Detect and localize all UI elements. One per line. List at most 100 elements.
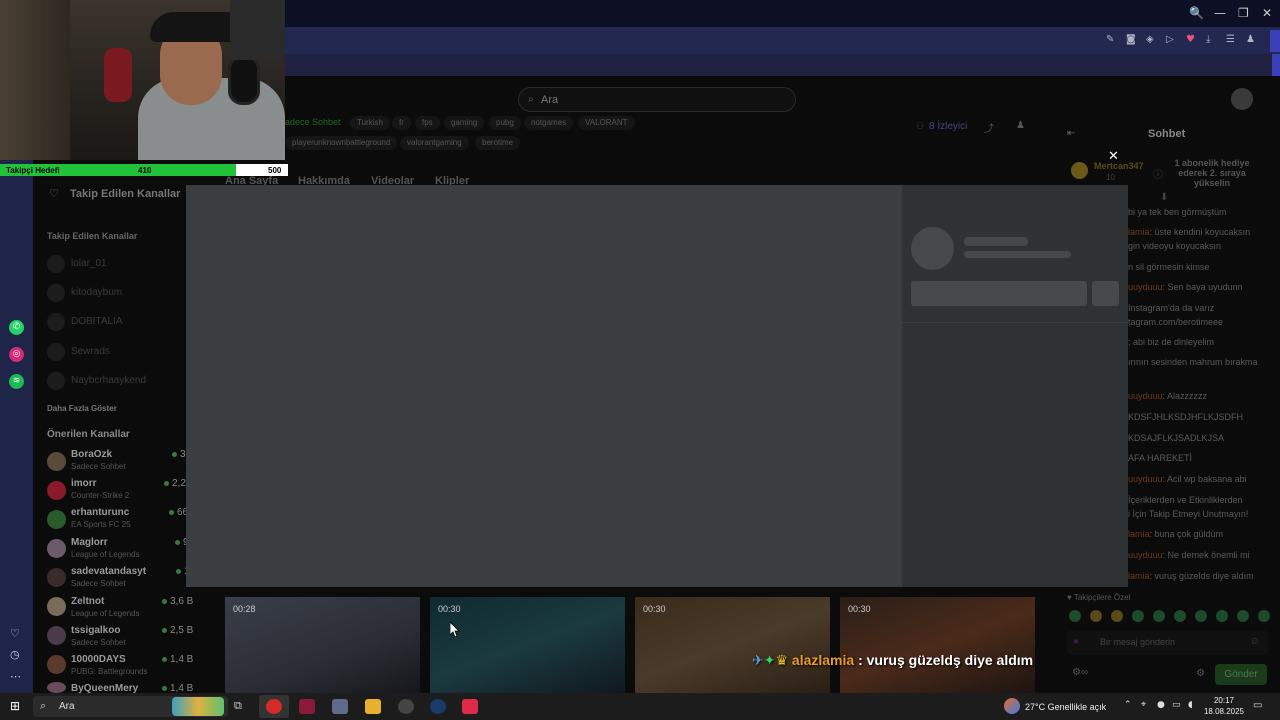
more-icon[interactable]: ⋯: [10, 670, 21, 683]
followed-channel[interactable]: kitodaybum: [71, 287, 122, 298]
clip-thumbnail[interactable]: 00:28: [225, 597, 420, 693]
send-button[interactable]: Gönder: [1215, 664, 1267, 685]
clip-thumbnail[interactable]: 00:30: [430, 597, 625, 693]
edit-icon[interactable]: ✎: [1106, 34, 1114, 45]
points-icon[interactable]: ⚙∞: [1072, 667, 1088, 678]
search-input[interactable]: ⌕ Ara: [518, 87, 796, 112]
chevron-up-icon[interactable]: ⌃: [1124, 700, 1132, 710]
emote-icon[interactable]: [1237, 610, 1249, 622]
chat-message: n sil görmesin kimse: [1128, 262, 1210, 272]
spotify-icon[interactable]: ≋: [9, 374, 24, 389]
download-icon[interactable]: ⤓: [1206, 34, 1210, 45]
instagram-icon[interactable]: ◎: [9, 347, 24, 362]
heart-icon[interactable]: ♥: [1186, 34, 1195, 45]
emote-icon[interactable]: [1258, 610, 1270, 622]
weather-text[interactable]: 27°C Genellikle açık: [1025, 702, 1106, 712]
tag[interactable]: playerunknownbattleground: [285, 136, 398, 150]
show-more-link[interactable]: Daha Fazla Göster: [47, 404, 117, 413]
collapse-icon[interactable]: ⇤: [1067, 128, 1075, 139]
recommended-channel[interactable]: BoraOzk: [71, 449, 112, 460]
library-icon[interactable]: [332, 699, 348, 714]
clock-icon[interactable]: ◷: [10, 648, 20, 661]
file-explorer-icon[interactable]: [365, 699, 381, 714]
recommended-channel[interactable]: erhanturunc: [71, 507, 129, 518]
volume-icon[interactable]: ◖: [1188, 700, 1193, 710]
weather-icon[interactable]: [1004, 698, 1020, 714]
network-icon[interactable]: ▭: [1172, 700, 1181, 710]
chat-input-placeholder: Bir mesaj gönderin: [1100, 637, 1176, 647]
info-icon[interactable]: ⓘ: [1153, 166, 1163, 181]
emote-icon[interactable]: [1132, 610, 1144, 622]
followed-channel[interactable]: lolar_01: [71, 258, 107, 269]
shield-icon[interactable]: ◈: [1146, 34, 1154, 45]
browser-search-icon[interactable]: 🔍: [1189, 6, 1204, 20]
location-icon[interactable]: ⌖: [1141, 700, 1146, 710]
tag[interactable]: fr: [392, 116, 411, 130]
settings-icon[interactable]: ⚙: [1196, 668, 1205, 679]
heart-outline-icon[interactable]: ♡: [10, 627, 20, 640]
windows-start-icon[interactable]: ⊞: [10, 699, 20, 713]
sidebar-header[interactable]: Takip Edilen Kanallar: [70, 188, 180, 200]
mic-icon[interactable]: ●: [1073, 636, 1079, 647]
whatsapp-icon[interactable]: ✆: [9, 320, 24, 335]
sidebar-toggle[interactable]: [1270, 30, 1280, 52]
clip-thumbnail[interactable]: 00:30: [635, 597, 830, 693]
followed-channel[interactable]: Naybcrhaaykend: [71, 375, 146, 386]
camera-icon[interactable]: ◙: [1126, 34, 1136, 45]
pin-icon[interactable]: ⬇: [1160, 192, 1168, 203]
share-icon[interactable]: ⤴: [984, 120, 994, 135]
emote-icon[interactable]: [1216, 610, 1228, 622]
emote-icon[interactable]: [1111, 610, 1123, 622]
opera-gx-icon[interactable]: [266, 699, 282, 714]
task-view-icon[interactable]: ⧉: [234, 699, 242, 713]
user-avatar[interactable]: [1231, 88, 1253, 110]
notification-icon[interactable]: ▭: [1253, 700, 1262, 711]
valorant-icon[interactable]: [299, 699, 315, 714]
emote-icon[interactable]: [1069, 610, 1081, 622]
tag[interactable]: berotime: [475, 136, 521, 150]
stream-category[interactable]: adece Sohbet: [285, 117, 341, 127]
maximize-button[interactable]: ❐: [1238, 6, 1249, 20]
menu-icon[interactable]: ☰: [1226, 34, 1235, 45]
emote-icon[interactable]: [1174, 610, 1186, 622]
close-window-button[interactable]: ✕: [1262, 6, 1272, 20]
clock-time[interactable]: 20:17: [1204, 696, 1244, 705]
clip-thumbnail[interactable]: 00:30: [840, 597, 1035, 693]
microphone-icon[interactable]: ●: [1157, 700, 1165, 710]
profile-icon[interactable]: ♟: [1246, 34, 1255, 45]
chat-message: gin videoyu koyucaksın: [1128, 241, 1222, 251]
riot-client-icon[interactable]: [462, 699, 478, 714]
tag[interactable]: Turkish: [350, 116, 390, 130]
taskbar-search-placeholder: Ara: [59, 701, 75, 712]
emote-icon[interactable]: [1153, 610, 1165, 622]
tag[interactable]: valorantgaming: [400, 136, 469, 150]
recommended-channel[interactable]: 10000DAYS: [71, 654, 126, 665]
chat-message: bi ya tek ben görmüştüm: [1128, 207, 1227, 217]
emoji-icon[interactable]: ☺: [1250, 636, 1260, 647]
followed-channel[interactable]: Sewrads: [71, 346, 110, 357]
user-icon[interactable]: ♟: [1016, 120, 1025, 131]
recommended-channel[interactable]: sadevatandasyt: [71, 566, 146, 577]
tag[interactable]: notgames: [524, 116, 574, 130]
clock-date[interactable]: 18.08.2025: [1202, 707, 1246, 716]
recommended-channel[interactable]: Zeltnot: [71, 596, 104, 607]
close-modal-icon[interactable]: ✕: [1108, 149, 1119, 164]
tag[interactable]: fps: [415, 116, 440, 130]
search-icon: ⌕: [40, 699, 47, 712]
play-icon[interactable]: ▷: [1166, 34, 1174, 45]
taskbar-search[interactable]: ⌕ Ara: [33, 696, 228, 717]
chat-input[interactable]: ● Bir mesaj gönderin ☺: [1067, 630, 1268, 655]
tag[interactable]: gaming: [444, 116, 485, 130]
recommended-channel[interactable]: Maglorr: [71, 537, 108, 548]
steam-icon[interactable]: [430, 699, 446, 714]
emote-icon[interactable]: [1195, 610, 1207, 622]
media-app-icon[interactable]: [398, 699, 414, 714]
recommended-channel[interactable]: tssigalkoo: [71, 625, 120, 636]
tag[interactable]: VALORANT: [578, 116, 635, 130]
emote-icon[interactable]: [1090, 610, 1102, 622]
minimize-button[interactable]: —: [1214, 6, 1226, 20]
recommended-channel[interactable]: imorr: [71, 478, 97, 489]
followed-channel[interactable]: DOBITALIA: [71, 316, 123, 327]
tag[interactable]: pubg: [489, 116, 521, 130]
chat-message: tagram.com/berotimeee: [1128, 317, 1224, 327]
